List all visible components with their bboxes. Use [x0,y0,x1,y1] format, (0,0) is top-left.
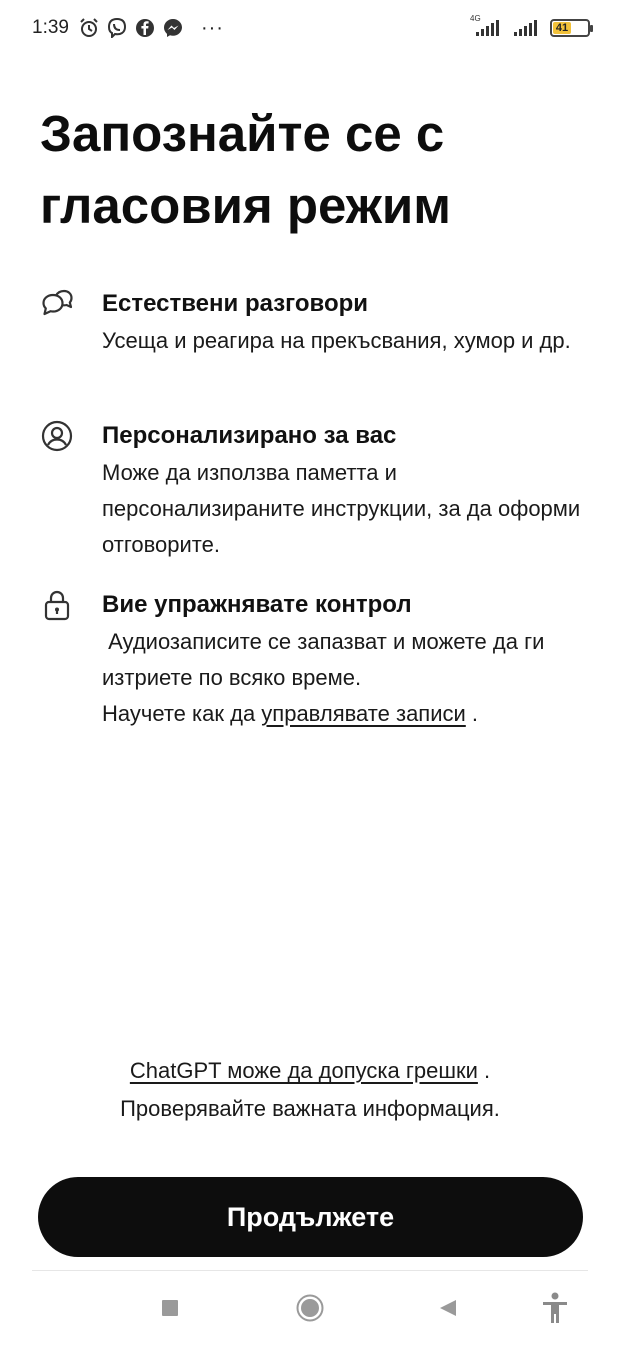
manage-recordings-link[interactable]: управлявате записи [261,701,466,726]
page-title-line-1: Запознайте се с [40,105,445,162]
messenger-icon [163,18,183,38]
feature-description-suffix: . [465,701,479,726]
feature-description-text: Аудиозаписите се запазват и можете да ги… [102,629,551,690]
chat-bubbles-icon [40,287,74,321]
battery-icon: 41 [550,19,593,37]
disclaimer-text: Проверявайте важната информация. [120,1096,500,1121]
chatgpt-mistakes-link[interactable]: ChatGPT може да допуска грешки [130,1058,478,1083]
feature-description-prefix: Научете как да [102,701,262,726]
feature-description: Усеща и реагира на прекъсвания, хумор и … [102,328,571,353]
feature-title: Персонализирано за вас [102,422,397,449]
status-right: 4G 41 [470,14,593,38]
viber-icon [107,18,127,38]
nav-divider [32,1270,588,1271]
feature-title: Естествени разговори [102,290,369,317]
back-triangle-icon[interactable] [430,1290,466,1326]
battery-level: 41 [553,22,571,34]
status-bar: 1:39 ··· 4G 41 [0,0,620,56]
feature-title: Вие упражнявате контрол [102,591,412,618]
continue-button[interactable]: Продължете [38,1177,583,1257]
feature-description: Може да използва паметта и персонализира… [102,460,581,557]
feature-description: Аудиозаписите се запазват и можете да ги… [102,624,592,732]
user-circle-icon [40,419,74,453]
status-time: 1:39 [32,17,69,38]
signal-4g-icon: 4G [470,14,502,38]
system-nav-bar [0,1276,620,1340]
lock-icon [40,588,74,622]
facebook-icon [135,18,155,38]
signal-icon [512,18,540,38]
voice-mode-intro-screen: 1:39 ··· 4G 41 Запознайте се с гласовия … [0,0,620,1345]
accessibility-icon[interactable] [537,1290,573,1326]
disclaimer-link-suffix: . [477,1058,491,1083]
page-title-line-2: гласовия режим [40,177,451,234]
more-notifications-icon: ··· [200,17,224,39]
page-title: Запознайте се с гласовия режим [40,98,580,242]
recents-square-icon[interactable] [152,1290,188,1326]
status-left: 1:39 ··· [32,17,224,39]
disclaimer: ChatGPT може да допуска грешки . Проверя… [20,1052,600,1128]
network-label: 4G [470,14,481,23]
alarm-icon [79,18,99,38]
home-circle-icon[interactable] [292,1290,328,1326]
